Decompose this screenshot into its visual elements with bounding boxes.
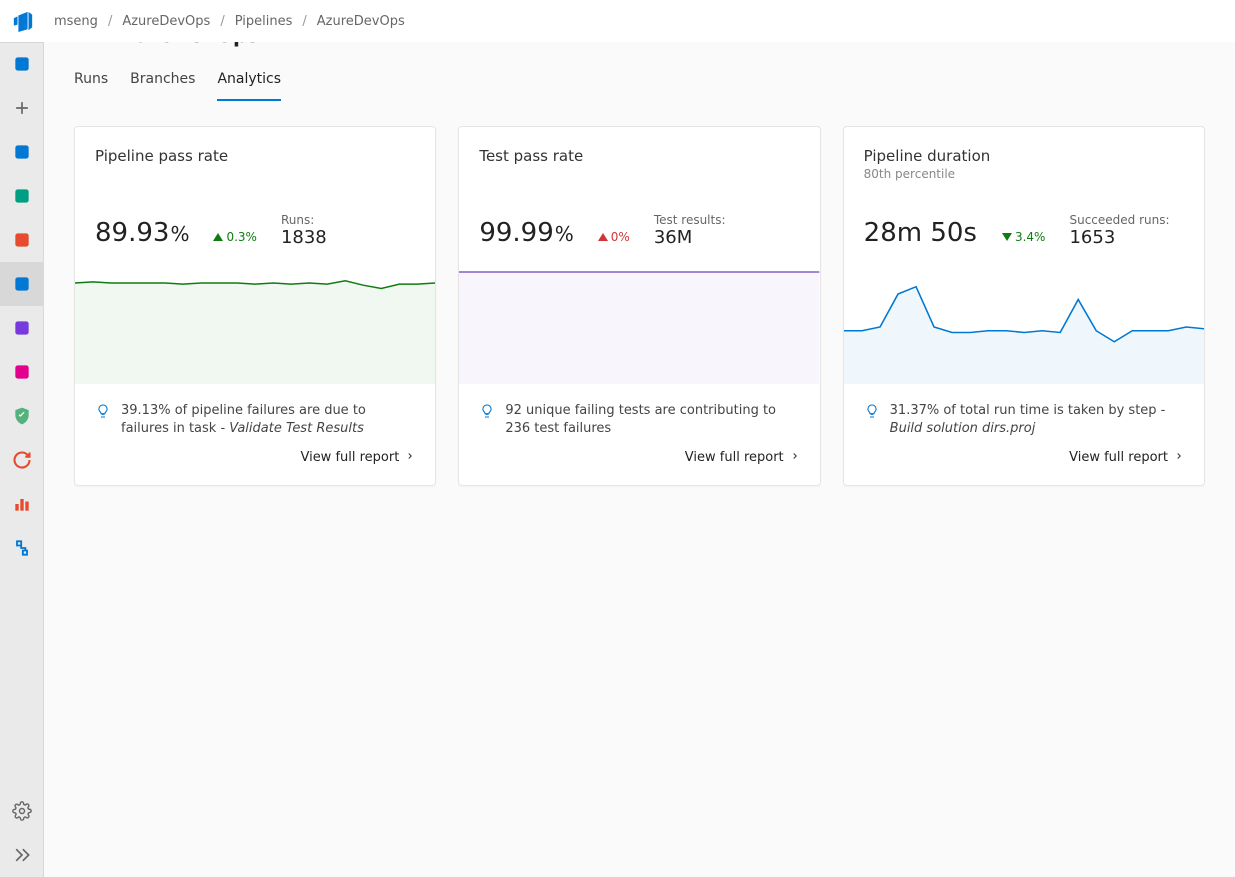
chevron-right-icon — [1174, 450, 1184, 465]
tabs: Runs Branches Analytics — [74, 69, 1205, 102]
secondary-label: Test results: — [654, 213, 726, 227]
trend-chart — [844, 264, 1204, 384]
testplans-icon[interactable] — [0, 306, 44, 350]
lightbulb-icon — [95, 403, 111, 419]
secondary-label: Succeeded runs: — [1069, 213, 1169, 227]
insight-row: 92 unique failing tests are contributing… — [479, 402, 799, 438]
card-pipeline-duration: Pipeline duration 80th percentile 28m 50s 3… — [843, 126, 1205, 486]
card-subtitle — [95, 167, 415, 183]
tab-runs[interactable]: Runs — [74, 69, 108, 101]
triangle-down-icon — [1002, 233, 1012, 241]
tab-analytics[interactable]: Analytics — [217, 69, 281, 101]
flow-icon[interactable] — [0, 526, 44, 570]
card-test-pass-rate: Test pass rate 99.99% 0% Test results:36M 92… — [458, 126, 820, 486]
card-pipeline-pass-rate: Pipeline pass rate 89.93% 0.3% Runs:1838 39.… — [74, 126, 436, 486]
trend-indicator: 0% — [598, 230, 630, 244]
insight-row: 39.13% of pipeline failures are due to f… — [95, 402, 415, 438]
card-title: Test pass rate — [479, 147, 799, 165]
repos-icon[interactable] — [0, 174, 44, 218]
chart-icon[interactable] — [0, 482, 44, 526]
triangle-up-icon — [213, 233, 223, 241]
trend-indicator: 3.4% — [1002, 230, 1046, 244]
expand-icon[interactable] — [0, 833, 44, 877]
insight-row: 31.37% of total run time is taken by ste… — [864, 402, 1184, 438]
card-subtitle: 80th percentile — [864, 167, 1184, 183]
chevron-right-icon — [790, 450, 800, 465]
insight-text: 31.37% of total run time is taken by ste… — [890, 402, 1184, 438]
trend-chart — [75, 264, 435, 384]
tab-branches[interactable]: Branches — [130, 69, 195, 101]
card-title: Pipeline pass rate — [95, 147, 415, 165]
lightbulb-icon — [864, 403, 880, 419]
breadcrumb-item[interactable]: mseng — [54, 14, 98, 29]
project-icon[interactable] — [0, 42, 44, 86]
insight-text: 39.13% of pipeline failures are due to f… — [121, 402, 415, 438]
breadcrumb-item[interactable]: Pipelines — [235, 14, 293, 29]
sidebar — [0, 0, 44, 877]
plus-icon[interactable] — [0, 86, 44, 130]
view-full-report-link[interactable]: View full report — [95, 450, 415, 465]
card-subtitle — [479, 167, 799, 183]
secondary-label: Runs: — [281, 213, 327, 227]
pipelines-icon[interactable] — [0, 218, 44, 262]
lightbulb-icon — [479, 403, 495, 419]
secondary-value: 1653 — [1069, 227, 1169, 248]
metric-value: 99.99% — [479, 218, 573, 248]
chevron-right-icon — [405, 450, 415, 465]
breadcrumb-item[interactable]: AzureDevOps — [122, 14, 210, 29]
view-full-report-link[interactable]: View full report — [864, 450, 1184, 465]
shield-icon[interactable] — [0, 394, 44, 438]
view-full-report-link[interactable]: View full report — [479, 450, 799, 465]
trend-indicator: 0.3% — [213, 230, 257, 244]
card-title: Pipeline duration — [864, 147, 1184, 165]
top-bar: mseng / AzureDevOps / Pipelines / AzureD… — [0, 0, 1235, 42]
trend-chart — [459, 264, 819, 384]
refresh-icon[interactable] — [0, 438, 44, 482]
secondary-value: 1838 — [281, 227, 327, 248]
breadcrumb-item[interactable]: AzureDevOps — [317, 14, 405, 29]
cards-row: Pipeline pass rate 89.93% 0.3% Runs:1838 39.… — [74, 126, 1205, 486]
pink-icon[interactable] — [0, 350, 44, 394]
triangle-up-icon — [598, 233, 608, 241]
settings-icon[interactable] — [0, 789, 44, 833]
metric-value: 28m 50s — [864, 218, 978, 248]
secondary-value: 36M — [654, 227, 726, 248]
azure-devops-logo[interactable] — [12, 10, 34, 32]
artifacts-icon[interactable] — [0, 262, 44, 306]
main-content: AzureDevOps Runs Branches Analytics Pipeli… — [44, 0, 1235, 877]
insight-text: 92 unique failing tests are contributing… — [505, 402, 799, 438]
metric-value: 89.93% — [95, 218, 189, 248]
breadcrumb: mseng / AzureDevOps / Pipelines / AzureD… — [54, 14, 405, 29]
boards-icon[interactable] — [0, 130, 44, 174]
